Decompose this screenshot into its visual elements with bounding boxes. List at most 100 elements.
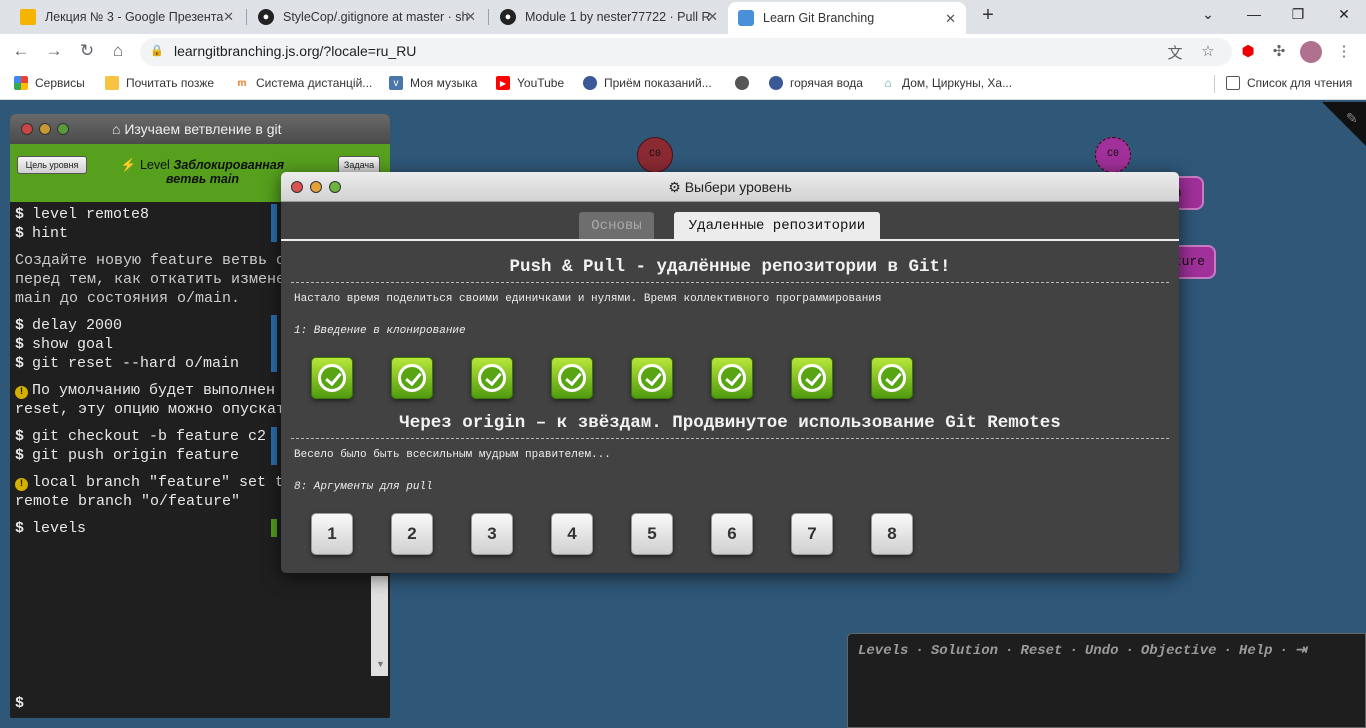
bookmark-house[interactable]: ⌂ Дом, Циркуны, Ха... <box>881 76 1012 90</box>
corner-ribbon[interactable] <box>1322 102 1366 148</box>
checkmark-icon <box>798 364 826 392</box>
reading-list[interactable]: Список для чтения <box>1226 76 1352 90</box>
level-3-button[interactable]: 3 <box>471 513 513 555</box>
level-4-button[interactable] <box>551 357 593 399</box>
browser-tab-1[interactable]: Лекция № 3 - Google Презента ✕ <box>10 0 244 34</box>
bookmark-distance-system[interactable]: m Система дистанцій... <box>235 76 373 90</box>
close-icon[interactable]: ✕ <box>945 11 956 27</box>
browser-tab-4[interactable]: Learn Git Branching ✕ <box>728 2 966 34</box>
close-dot[interactable] <box>21 123 33 135</box>
level-7-button[interactable]: 7 <box>791 513 833 555</box>
translate-icon[interactable]: 文 <box>1164 42 1186 63</box>
close-icon[interactable]: ✕ <box>465 9 476 25</box>
tab-title: Лекция № 3 - Google Презента <box>45 10 224 24</box>
folder-icon <box>105 76 119 90</box>
level-5-button[interactable]: 5 <box>631 513 673 555</box>
bookmark-youtube[interactable]: ▶ YouTube <box>496 76 564 90</box>
tab-search-icon[interactable]: ⌄ <box>1196 6 1220 23</box>
lock-icon[interactable]: 🔒 <box>150 44 164 57</box>
terminal-line: $ git push origin feature <box>15 447 240 464</box>
bookmark-star-icon[interactable]: ☆ <box>1197 42 1219 60</box>
menu-icon[interactable]: ⋮ <box>1333 42 1355 60</box>
minimize-dot[interactable] <box>39 123 51 135</box>
level-goal-button[interactable]: Цель уровня <box>17 156 87 174</box>
tab-title: Learn Git Branching <box>763 11 875 25</box>
globe-badge-icon <box>769 76 783 90</box>
browser-tab-2[interactable]: ● StyleCop/.gitignore at master · sh ✕ <box>248 0 486 34</box>
gear-icon: ⚙ <box>668 179 685 195</box>
level-8-button[interactable] <box>871 357 913 399</box>
close-icon[interactable]: ✕ <box>707 9 718 25</box>
checkmark-icon <box>398 364 426 392</box>
level-2-button[interactable]: 2 <box>391 513 433 555</box>
level-1-button[interactable] <box>311 357 353 399</box>
bookmark-my-music[interactable]: v Моя музыка <box>389 76 477 90</box>
levels-link[interactable]: Levels <box>858 643 908 659</box>
bolt-icon: ⚡ <box>120 158 137 172</box>
avatar[interactable] <box>1300 41 1322 63</box>
terminal-line: ! По умолчанию будет выполнен <box>15 381 275 400</box>
solution-link[interactable]: Solution <box>931 643 998 659</box>
level-select-dialog: ⚙ Выбери уровень Основы Удаленные репози… <box>281 172 1179 573</box>
separator: · <box>1125 643 1134 659</box>
pin-icon[interactable]: ✎ <box>1346 110 1358 127</box>
exit-icon[interactable]: ⇥ <box>1295 643 1307 659</box>
level-7-button[interactable] <box>791 357 833 399</box>
browser-tab-3[interactable]: ● Module 1 by nester77722 · Pull R ✕ <box>490 0 728 34</box>
maximize-dot[interactable] <box>57 123 69 135</box>
level-5-button[interactable] <box>631 357 673 399</box>
tab-title: Module 1 by nester77722 · Pull R <box>525 10 711 24</box>
help-link[interactable]: Help <box>1239 643 1273 659</box>
level-1-button[interactable]: 1 <box>311 513 353 555</box>
commit-node[interactable]: C0 <box>1095 137 1131 173</box>
level-8-button[interactable]: 8 <box>871 513 913 555</box>
level-6-button[interactable] <box>711 357 753 399</box>
output-marker <box>271 427 277 465</box>
maximize-icon[interactable]: ❐ <box>1286 6 1310 23</box>
level-6-button[interactable]: 6 <box>711 513 753 555</box>
terminal-line: main до состояния o/main. <box>15 290 241 307</box>
reload-icon[interactable]: ↻ <box>76 41 98 61</box>
bookmark-readings[interactable]: Приём показаний... <box>583 76 712 90</box>
window-close-icon[interactable]: ✕ <box>1332 6 1356 23</box>
separator: · <box>1069 643 1078 659</box>
extensions-icon[interactable]: ✣ <box>1268 42 1290 60</box>
dialog-title: ⚙ Выбери уровень <box>668 179 792 195</box>
level-2-button[interactable] <box>391 357 433 399</box>
minimize-icon[interactable]: — <box>1242 6 1266 22</box>
git-branching-icon <box>738 10 754 26</box>
tab-remote[interactable]: Удаленные репозитории <box>674 212 880 240</box>
level-4-button[interactable]: 4 <box>551 513 593 555</box>
tab-basics[interactable]: Основы <box>579 212 654 240</box>
terminal-line: $ hint <box>15 225 69 242</box>
back-icon[interactable]: ← <box>10 41 32 61</box>
checkmark-icon <box>318 364 346 392</box>
scroll-down-icon[interactable]: ▼ <box>376 659 385 669</box>
commit-node[interactable]: C0 <box>637 137 673 173</box>
output-marker <box>271 519 277 537</box>
slides-icon <box>20 9 36 25</box>
objective-link[interactable]: Objective <box>1141 643 1217 659</box>
bookmark-services[interactable]: Сервисы <box>14 76 85 90</box>
new-tab-button[interactable]: + <box>977 4 999 30</box>
tab-separator <box>246 9 247 25</box>
adblock-icon[interactable]: ⬢ <box>1237 42 1259 60</box>
output-marker <box>271 204 277 242</box>
bookmark-globe[interactable] <box>735 76 756 90</box>
reset-link[interactable]: Reset <box>1020 643 1062 659</box>
command-bar: Levels · Solution · Reset · Undo · Objective · Hel… <box>847 633 1366 728</box>
terminal-title-text: Изучаем ветвление в git <box>124 121 282 137</box>
forward-icon[interactable]: → <box>43 41 65 61</box>
terminal-line: $ show goal <box>15 336 114 353</box>
level-3-button[interactable] <box>471 357 513 399</box>
undo-link[interactable]: Undo <box>1085 643 1119 659</box>
close-icon[interactable]: ✕ <box>223 9 234 25</box>
command-input[interactable]: $ <box>15 694 32 713</box>
home-icon[interactable]: ⌂ <box>107 41 129 61</box>
url-text[interactable]: learngitbranching.js.org/?locale=ru_RU <box>174 43 416 59</box>
divider <box>291 282 1169 283</box>
bookmark-hot-water[interactable]: горячая вода <box>769 76 863 90</box>
current-level: 8: Аргументы для pull <box>294 481 433 493</box>
home-icon: ⌂ <box>112 121 125 137</box>
bookmark-read-later[interactable]: Почитать позже <box>105 76 214 90</box>
